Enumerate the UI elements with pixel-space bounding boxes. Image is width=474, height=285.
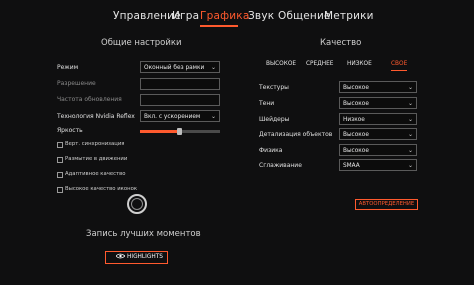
adaptive-quality-checkbox[interactable] xyxy=(57,172,63,178)
preset-medium[interactable]: СРЕДНЕЕ xyxy=(306,61,333,67)
physics-label: Физика xyxy=(259,147,283,154)
refresh-rate-label: Частота обновления xyxy=(57,96,122,103)
tab-communication[interactable]: Общение xyxy=(278,10,331,22)
highlights-button-label: HIGHLIGHTS xyxy=(127,254,163,260)
shaders-label: Шейдеры xyxy=(259,116,290,123)
refresh-rate-select[interactable] xyxy=(140,94,220,106)
quality-title: Качество xyxy=(320,38,362,48)
mode-select[interactable]: Оконный без рамки ⌄ xyxy=(140,61,220,73)
textures-label: Текстуры xyxy=(259,84,289,91)
chevron-down-icon: ⌄ xyxy=(407,100,413,107)
tab-metrics[interactable]: Метрики xyxy=(324,10,374,22)
physics-value: Высокое xyxy=(343,148,369,154)
chevron-down-icon: ⌄ xyxy=(407,131,413,138)
resolution-label: Разрешение xyxy=(57,80,96,87)
mode-value: Оконный без рамки xyxy=(144,65,205,71)
vsync-label: Верт. синхронизация xyxy=(65,141,125,147)
physics-select[interactable]: Высокое ⌄ xyxy=(339,144,417,156)
preset-custom[interactable]: СВОЕ xyxy=(391,61,407,67)
highlights-title: Запись лучших моментов xyxy=(86,229,201,239)
antialiasing-value: SMAA xyxy=(343,163,360,169)
brightness-label: Яркость xyxy=(57,127,83,134)
object-detail-select[interactable]: Высокое ⌄ xyxy=(339,128,417,140)
chevron-down-icon: ⌄ xyxy=(407,116,413,123)
vsync-checkbox[interactable] xyxy=(57,142,63,148)
object-detail-label: Детализация объектов xyxy=(259,131,333,138)
hq-icons-label: Высокое качество иконок xyxy=(65,186,138,192)
chevron-down-icon: ⌄ xyxy=(407,84,413,91)
autodetect-button[interactable]: АВТООПРЕДЕЛЕНИЕ xyxy=(355,199,418,210)
active-tab-underline xyxy=(200,25,238,27)
nvidia-logo-icon xyxy=(116,253,125,259)
preset-low[interactable]: НИЗКОЕ xyxy=(347,61,372,67)
general-settings-title: Общие настройки xyxy=(101,38,182,48)
tab-game[interactable]: Игра xyxy=(172,10,199,22)
preset-high[interactable]: ВЫСОКОЕ xyxy=(266,61,296,67)
motion-blur-label: Размытие в движении xyxy=(65,156,128,162)
highlights-button[interactable]: HIGHLIGHTS xyxy=(105,251,168,264)
resolution-select[interactable] xyxy=(140,78,220,90)
nvidia-reflex-label: Технология Nvidia Reflex xyxy=(57,113,135,120)
brightness-slider-handle[interactable] xyxy=(177,128,182,135)
antialiasing-label: Сглаживание xyxy=(259,162,302,169)
top-nav: Управление Игра Графика Звук Общение Мет… xyxy=(0,8,474,30)
motion-blur-checkbox[interactable] xyxy=(57,157,63,163)
shadows-value: Высокое xyxy=(343,101,369,107)
object-detail-value: Высокое xyxy=(343,132,369,138)
hq-icons-checkbox[interactable] xyxy=(57,187,63,193)
shadows-label: Тени xyxy=(259,100,275,107)
chevron-down-icon: ⌄ xyxy=(210,64,216,71)
active-preset-underline xyxy=(391,70,407,71)
tab-sound[interactable]: Звук xyxy=(248,10,274,22)
textures-select[interactable]: Высокое ⌄ xyxy=(339,81,417,93)
chevron-down-icon: ⌄ xyxy=(407,147,413,154)
tab-controls[interactable]: Управление xyxy=(113,10,181,22)
chevron-down-icon: ⌄ xyxy=(210,113,216,120)
nvidia-reflex-select[interactable]: Вкл. с ускорением ⌄ xyxy=(140,110,220,122)
textures-value: Высокое xyxy=(343,85,369,91)
brightness-slider-fill xyxy=(140,130,180,133)
tab-graphics[interactable]: Графика xyxy=(200,10,249,22)
record-ring-inner-icon xyxy=(131,198,143,210)
antialiasing-select[interactable]: SMAA ⌄ xyxy=(339,159,417,171)
nvidia-reflex-value: Вкл. с ускорением xyxy=(144,114,201,120)
mode-label: Режим xyxy=(57,64,79,71)
adaptive-quality-label: Адаптивное качество xyxy=(65,171,126,177)
chevron-down-icon: ⌄ xyxy=(407,162,413,169)
shadows-select[interactable]: Высокое ⌄ xyxy=(339,97,417,109)
shaders-value: Низкое xyxy=(343,117,365,123)
shaders-select[interactable]: Низкое ⌄ xyxy=(339,113,417,125)
